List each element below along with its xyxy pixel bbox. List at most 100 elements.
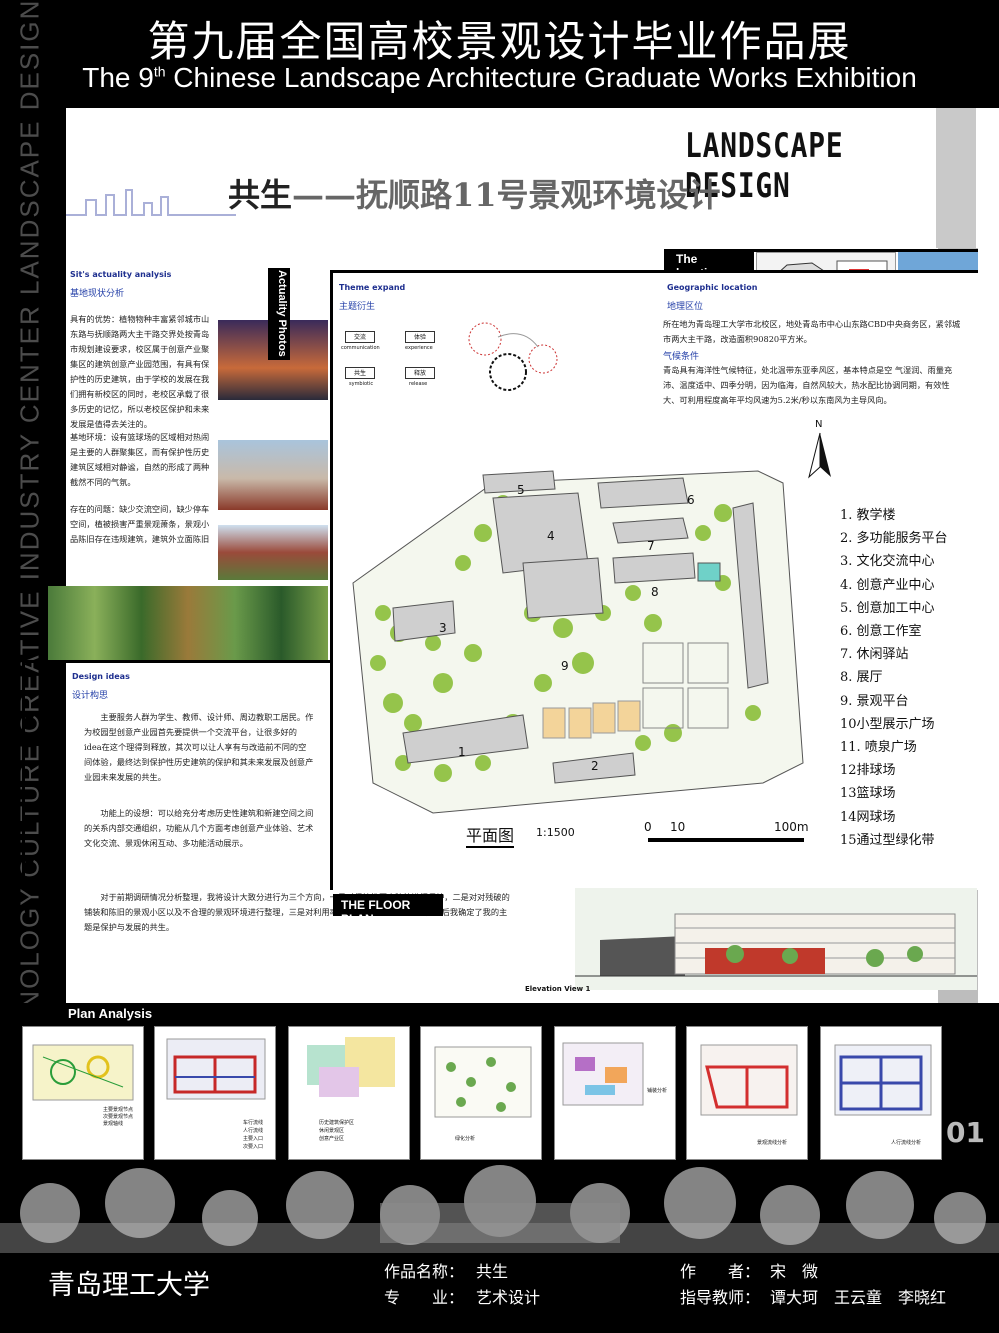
elevation-label: Elevation View 1 bbox=[525, 985, 591, 993]
advisors: 谭大珂 王云童 李晓红 bbox=[770, 1288, 947, 1307]
legend-item: 14网球场 bbox=[840, 809, 896, 825]
thumb-legend-item: 主要景观节点 bbox=[103, 1107, 134, 1113]
plan-analysis-tab: Plan Analysis bbox=[68, 1006, 153, 1021]
theme-box-1: 交流 bbox=[345, 331, 375, 343]
thumb-legend-item: 景观流线分析 bbox=[757, 1140, 788, 1146]
actuality-heading-cn: 基地现状分析 bbox=[70, 289, 125, 299]
plan-label-9: 9 bbox=[561, 659, 569, 673]
plan-label-6: 6 bbox=[687, 493, 695, 507]
theme-box-3: 共生 bbox=[345, 367, 375, 379]
thumb-legend-item: 人行流线分析 bbox=[891, 1140, 922, 1146]
major-label: 专 业： bbox=[384, 1288, 465, 1307]
legend-item: 12排球场 bbox=[840, 763, 896, 779]
major: 艺术设计 bbox=[476, 1288, 541, 1307]
page-number: 01 bbox=[946, 1116, 985, 1149]
historic-building-photo bbox=[218, 525, 328, 580]
analysis-thumb-1: 主要景观节点 次要景观节点 景观轴线 bbox=[22, 1026, 144, 1160]
plan-scale: 1:1500 bbox=[536, 826, 575, 839]
thumb-diagram bbox=[32, 1044, 134, 1101]
author: 宋 微 bbox=[770, 1262, 819, 1281]
actuality-heading-en: Sit's actuality analysis bbox=[70, 270, 172, 279]
actuality-photos-tab: Actuality Photos bbox=[268, 268, 290, 360]
thumb-diagram bbox=[700, 1044, 798, 1116]
legend-item: 5. 创意加工中心 bbox=[840, 600, 935, 616]
work-name: 共生 bbox=[476, 1262, 509, 1281]
thumb-legend: 车行流线 人行流线 主要入口 次要入口 bbox=[243, 1119, 263, 1151]
theme-heading-cn: 主题衍生 bbox=[339, 302, 376, 312]
actuality-p3: 存在的问题：缺少交流空间，缺少停车空间，植被损害严重景观萧条，景观小品陈旧存在违… bbox=[70, 504, 210, 544]
thumb-legend: 绿化分析 bbox=[455, 1135, 475, 1142]
legend-item: 13篮球场 bbox=[840, 786, 896, 802]
actuality-p1: 具有的优势：植物物种丰富紧邻城市山东路与抚顺路两大主干路交界处按青岛市规划建设要… bbox=[70, 314, 210, 429]
geo-text: 所在地为青岛理工大学市北校区，地处青岛市中心山东路CBD中央商务区，紧邻城市两大… bbox=[663, 319, 961, 344]
thumb-diagram bbox=[434, 1046, 532, 1118]
thumb-diagram bbox=[307, 1037, 395, 1097]
thumb-diagram bbox=[562, 1042, 644, 1106]
analysis-thumb-6: 景观流线分析 bbox=[686, 1026, 808, 1160]
thumb-legend-item: 次要景观节点 bbox=[103, 1114, 134, 1120]
legend-item: 15通过型绿化带 bbox=[840, 832, 935, 848]
legend-item: 2. 多功能服务平台 bbox=[840, 531, 948, 547]
school-name: 青岛理工大学 bbox=[48, 1270, 210, 1301]
legend-item: 6. 创意工作室 bbox=[840, 624, 922, 640]
tree-skyline-band bbox=[0, 1163, 999, 1253]
theme-box-1-en: communication bbox=[341, 345, 380, 351]
scale-bar-0: 0 bbox=[644, 820, 652, 834]
legend-item: 7. 休闲驿站 bbox=[840, 647, 909, 663]
title-en-sup: th bbox=[153, 63, 166, 80]
theme-box-2-en: experience bbox=[405, 345, 433, 351]
floor-plan-tab: THE FLOOR PLAN bbox=[333, 894, 443, 926]
project-title-rest: ——抚顺路11号景观环境设计 bbox=[292, 176, 721, 214]
legend-item: 4. 创意产业中心 bbox=[840, 577, 935, 593]
skyline-line-graphic bbox=[66, 189, 236, 216]
site-plan bbox=[352, 470, 804, 814]
plan-label-5: 5 bbox=[517, 483, 525, 497]
thumb-legend: 主要景观节点 次要景观节点 景观轴线 bbox=[103, 1107, 133, 1128]
thumb-legend-item: 历史建筑保护区 bbox=[319, 1120, 355, 1126]
plan-legend: 1. 教学楼 2. 多功能服务平台 3. 文化交流中心 4. 创意产业中心 5.… bbox=[840, 504, 948, 852]
author-label: 作 者： bbox=[680, 1262, 761, 1281]
project-title: 共生——抚顺路11号景观环境设计 bbox=[228, 170, 721, 216]
legend-item: 10小型展示广场 bbox=[840, 716, 935, 732]
design-ideas-panel: Design ideas 设计构思 主要服务人群为学生、教师、设计师、周边教职工… bbox=[22, 660, 510, 932]
legend-item: 11. 喷泉广场 bbox=[840, 740, 917, 756]
advisor-label: 指导教师： bbox=[680, 1288, 761, 1307]
exhibition-title-cn: 第九届全国高校景观设计毕业作品展 bbox=[147, 17, 852, 66]
legend-item: 8. 展厅 bbox=[840, 670, 883, 686]
geo-heading-en: Geographic location bbox=[667, 283, 758, 292]
design-p2: 功能上的设想：可以给充分考虑历史性建筑和新建空间之间的关系内部交通组织，功能从几… bbox=[84, 808, 314, 848]
theme-circles-diagram bbox=[468, 322, 558, 391]
plan-label-2: 2 bbox=[591, 759, 599, 773]
theme-box-3-en: symbiotic bbox=[349, 381, 374, 387]
plan-title: 平面图 bbox=[466, 822, 515, 848]
plan-label-8: 8 bbox=[651, 585, 659, 599]
location-tab: The location bbox=[664, 249, 754, 280]
actuality-tab-label: Actuality Photos bbox=[276, 270, 288, 357]
theme-diagram: 交流 communication 体验 experience 共生 symbio… bbox=[341, 331, 445, 391]
theme-heading-en: Theme expand bbox=[339, 283, 406, 292]
thumb-legend: 历史建筑保护区 休闲景观区 创意产业区 bbox=[319, 1119, 354, 1143]
elevation-graphic bbox=[575, 888, 977, 990]
legend-item: 1. 教学楼 bbox=[840, 508, 896, 523]
climate-heading: 气候条件 bbox=[663, 352, 700, 362]
scale-bar-10: 10 bbox=[670, 820, 686, 834]
design-p1: 主要服务人群为学生、教师、设计师、周边教职工居民。作为校园型创意产业园首先要提供… bbox=[84, 712, 314, 782]
design-heading-cn: 设计构思 bbox=[72, 691, 109, 701]
thumb-legend-item: 次要入口 bbox=[243, 1144, 264, 1150]
legend-item: 3. 文化交流中心 bbox=[840, 554, 935, 570]
analysis-thumb-3: 历史建筑保护区 休闲景观区 创意产业区 bbox=[288, 1026, 410, 1160]
analysis-thumb-5: 铺装分析 bbox=[554, 1026, 676, 1160]
plan-label-1: 1 bbox=[458, 745, 466, 759]
thumb-legend-item: 绿化分析 bbox=[455, 1136, 476, 1142]
thumb-legend-item: 创意产业区 bbox=[319, 1136, 345, 1142]
thumb-legend-item: 人行流线 bbox=[243, 1128, 264, 1134]
thumb-legend-item: 铺装分析 bbox=[647, 1088, 668, 1094]
plan-label-7: 7 bbox=[647, 539, 655, 553]
actuality-p2: 基地环境：设有篮球场的区域相对热闹是主要的人群聚集区，而有保护性历史建筑区域相对… bbox=[70, 432, 210, 487]
climate-text: 青岛具有海洋性气候特征，处北温带东亚季风区，基本特点是空 气湿润、雨量充沛、温度… bbox=[663, 365, 953, 405]
exhibition-header: 第九届全国高校景观设计毕业作品展 The 9th Chinese Landsca… bbox=[0, 0, 999, 108]
plan-label-4: 4 bbox=[547, 529, 555, 543]
thumb-diagram bbox=[166, 1038, 266, 1100]
plan-label-3: 3 bbox=[439, 621, 447, 635]
scale-bar bbox=[648, 838, 804, 842]
